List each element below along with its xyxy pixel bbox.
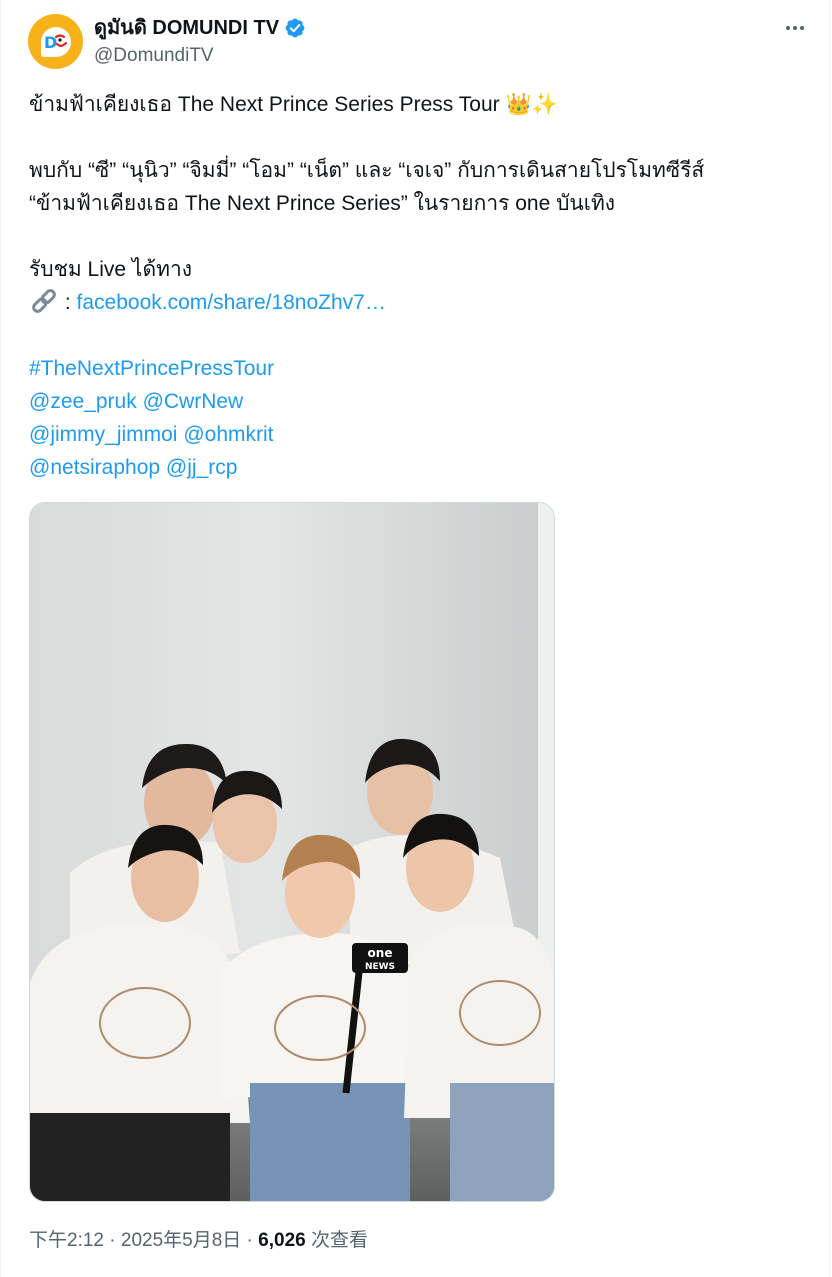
meta-separator-2: ·	[241, 1230, 259, 1251]
facebook-share-link[interactable]: facebook.com/share/18noZhv7…	[77, 291, 386, 314]
mention-netsiraphop[interactable]: @netsiraphop	[29, 456, 160, 479]
tweet-title-text: ข้ามฟ้าเคียงเธอ The Next Prince Series P…	[29, 93, 500, 116]
views-count[interactable]: 6,026	[258, 1230, 306, 1251]
domundi-logo-icon: D	[40, 26, 71, 57]
tweet-meta: 下午2:12 · 2025年5月8日 · 6,026 次查看	[29, 1229, 368, 1253]
author-avatar[interactable]: D	[28, 14, 83, 69]
mention-jj-rcp[interactable]: @jj_rcp	[166, 456, 238, 479]
author-name-row[interactable]: ดูมันดิ DOMUNDI TV	[94, 16, 306, 40]
link-prefix: :	[59, 291, 77, 314]
mic-flag-bottom: NEWS	[365, 962, 395, 972]
crown-sparkles-emoji: 👑✨	[505, 92, 558, 116]
tweet-line-series: “ข้ามฟ้าเคียงเธอ The Next Prince Series”…	[29, 192, 616, 215]
tweet-line-link: : facebook.com/share/18noZhv7…	[29, 286, 799, 319]
verified-badge-icon	[285, 18, 305, 38]
tweet-date[interactable]: 2025年5月8日	[121, 1230, 241, 1251]
mention-ohmkrit[interactable]: @ohmkrit	[183, 423, 273, 446]
tweet-card: D ดูมันดิ DOMUNDI TV @DomundiTV ข้ามฟ้าเ…	[0, 0, 830, 1277]
tweet-line-watch: รับชม Live ได้ทาง	[29, 258, 192, 281]
author-display-name[interactable]: ดูมันดิ DOMUNDI TV	[94, 16, 279, 40]
tweet-line-title: ข้ามฟ้าเคียงเธอ The Next Prince Series P…	[29, 88, 799, 121]
tweet-text: ข้ามฟ้าเคียงเธอ The Next Prince Series P…	[29, 88, 799, 484]
mention-jimmy-jimmoi[interactable]: @jimmy_jimmoi	[29, 423, 177, 446]
more-options-icon[interactable]	[782, 18, 808, 38]
mic-flag-top: one	[368, 946, 393, 960]
author-handle[interactable]: @DomundiTV	[94, 44, 214, 68]
views-label: 次查看	[305, 1230, 368, 1251]
meta-separator: ·	[103, 1230, 121, 1251]
mention-cwrnew[interactable]: @CwrNew	[143, 390, 244, 413]
svg-text:D: D	[44, 33, 57, 52]
mention-zee-pruk[interactable]: @zee_pruk	[29, 390, 137, 413]
tweet-line-meet: พบกับ “ซี” “นุนิว” “จิมมี่” “โอม” “เน็ต”…	[29, 159, 705, 182]
tweet-time[interactable]: 下午2:12	[29, 1230, 104, 1251]
hashtag-link[interactable]: #TheNextPrincePressTour	[29, 357, 274, 380]
tweet-photo[interactable]: one NEWS	[29, 502, 555, 1202]
group-photo-image: one NEWS	[30, 503, 554, 1201]
link-icon	[32, 289, 56, 313]
